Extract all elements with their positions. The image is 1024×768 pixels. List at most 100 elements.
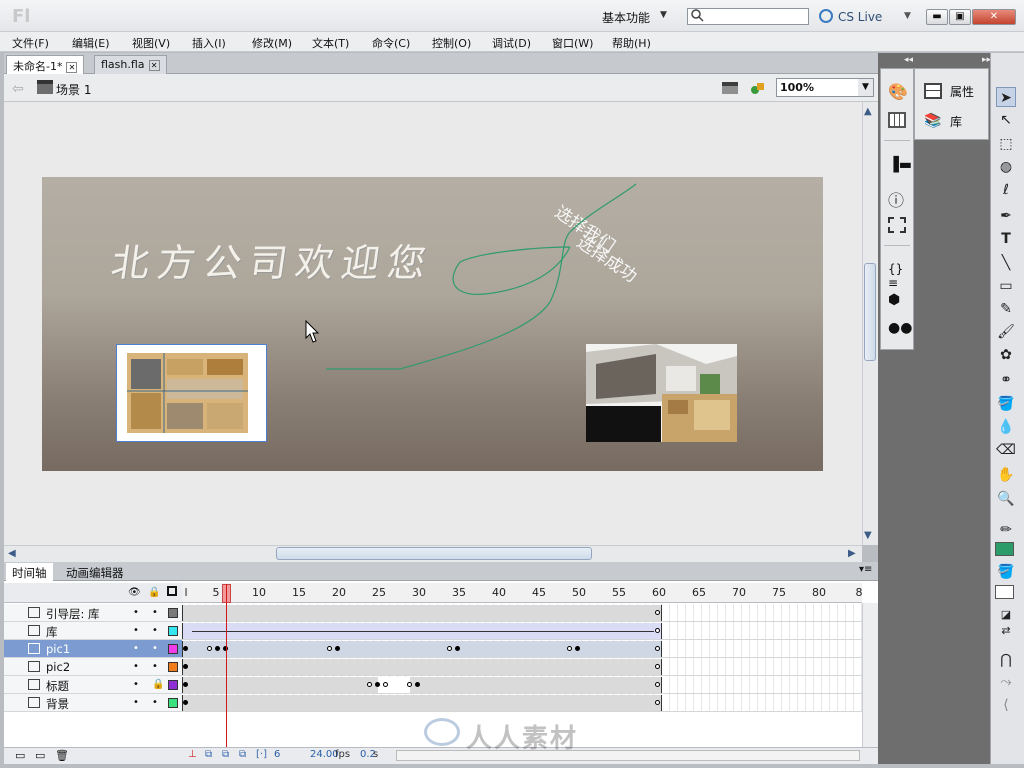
frame-ruler[interactable] <box>182 583 862 603</box>
frame-row[interactable] <box>182 694 862 712</box>
properties-icon[interactable] <box>924 83 942 99</box>
layer-row[interactable]: pic2 • • <box>4 658 182 676</box>
panel-menu-icon[interactable]: ▾≡ <box>859 564 872 575</box>
outline-icon[interactable] <box>167 586 177 596</box>
back-arrow-icon[interactable]: ⇦ <box>12 81 24 97</box>
subselection-tool[interactable]: ↖ <box>996 110 1016 130</box>
menu-view[interactable]: 视图(V) <box>132 35 170 51</box>
playhead[interactable] <box>226 584 227 748</box>
brush-tool[interactable]: 🖌 <box>996 322 1016 342</box>
eraser-tool[interactable]: ⌫ <box>996 440 1016 460</box>
layer-row[interactable]: 背景 • • <box>4 694 182 712</box>
layer-name[interactable]: 标题 <box>46 678 69 694</box>
color-icon[interactable]: 🎨 <box>888 82 908 101</box>
frame-row[interactable] <box>182 676 862 694</box>
keyframe[interactable] <box>415 682 420 687</box>
cslive-icon[interactable] <box>819 9 833 23</box>
end-frame[interactable] <box>367 682 372 687</box>
components-icon[interactable]: ⬢ <box>888 292 906 308</box>
actions-code-icon[interactable]: {}≡ <box>888 262 906 290</box>
keyframe[interactable] <box>455 646 460 651</box>
scroll-up-icon[interactable]: ▲ <box>864 106 872 117</box>
end-frame[interactable] <box>207 646 212 651</box>
close-icon[interactable]: ✕ <box>148 59 160 71</box>
frame-span[interactable] <box>182 677 662 693</box>
snap-magnet-icon[interactable]: ⋂ <box>996 650 1016 670</box>
lock-toggle[interactable]: 🔒 <box>152 679 164 690</box>
close-icon[interactable]: ✕ <box>66 61 78 73</box>
help-search-input[interactable] <box>687 8 809 25</box>
lasso-tool[interactable]: ℓ <box>996 180 1016 200</box>
keyframe[interactable] <box>335 646 340 651</box>
smooth-icon[interactable]: ⤳ <box>996 672 1016 692</box>
layer-name[interactable]: pic2 <box>46 660 70 674</box>
lock-toggle[interactable]: • <box>152 661 158 672</box>
zoom-tool[interactable]: 🔍 <box>996 489 1016 509</box>
straighten-icon[interactable]: ⟨ <box>996 695 1016 715</box>
keyframe[interactable] <box>375 682 380 687</box>
pic2-interior-image[interactable] <box>586 344 737 442</box>
lock-icon[interactable]: 🔒 <box>148 587 160 598</box>
pen-tool[interactable]: ✒ <box>996 206 1016 226</box>
layer-outline-color[interactable] <box>168 644 178 654</box>
cslive-button[interactable]: CS Live <box>838 10 882 24</box>
stroke-color-icon[interactable]: ✏ <box>996 520 1016 540</box>
fill-color-swatch[interactable] <box>995 585 1014 599</box>
chevron-down-icon[interactable]: ▼ <box>858 79 873 96</box>
selection-tool[interactable]: ➤ <box>996 87 1016 107</box>
stroke-color-swatch[interactable] <box>995 542 1014 556</box>
frame-row[interactable] <box>182 640 862 658</box>
tab-flash-fla[interactable]: flash.fla ✕ <box>94 55 167 74</box>
center-frame-icon[interactable]: ⊥ <box>188 749 197 760</box>
keyframe[interactable] <box>183 664 188 669</box>
end-frame[interactable] <box>567 646 572 651</box>
frame-span[interactable] <box>182 605 662 621</box>
hand-tool[interactable]: ✋ <box>996 465 1016 485</box>
frame-row[interactable] <box>182 604 862 622</box>
onion-outline-icon[interactable]: ⧉ <box>222 749 229 760</box>
end-frame[interactable] <box>655 664 660 669</box>
library-icon[interactable]: 📚 <box>924 113 942 129</box>
edit-symbols-icon[interactable] <box>750 80 766 96</box>
tab-timeline[interactable]: 时间轴 <box>6 563 53 581</box>
end-frame[interactable] <box>407 682 412 687</box>
layer-name[interactable]: 背景 <box>46 696 69 712</box>
keyframe[interactable] <box>183 700 188 705</box>
layer-outline-color[interactable] <box>168 626 178 636</box>
timeline-vertical-scrollbar[interactable] <box>862 603 878 747</box>
collapse-left-icon[interactable]: ◂◂ <box>904 55 913 65</box>
layer-outline-color[interactable] <box>168 662 178 672</box>
chevron-down-icon[interactable]: ▼ <box>904 11 911 21</box>
visibility-toggle[interactable]: • <box>133 679 139 690</box>
end-frame[interactable] <box>655 700 660 705</box>
end-frame[interactable] <box>655 646 660 651</box>
bone-tool[interactable]: ⚭ <box>996 370 1016 390</box>
end-frame[interactable] <box>327 646 332 651</box>
new-layer-icon[interactable]: ▭ <box>15 749 25 762</box>
frame-span[interactable] <box>182 695 662 711</box>
deco-tool[interactable]: ✿ <box>996 345 1016 365</box>
workspace-switcher[interactable]: 基本功能 <box>602 9 650 26</box>
minimize-button[interactable]: ▬ <box>926 9 948 25</box>
menu-commands[interactable]: 命令(C) <box>372 35 410 51</box>
frame-span[interactable] <box>182 659 662 675</box>
text-tool[interactable]: T <box>996 229 1016 249</box>
visibility-toggle[interactable]: • <box>133 607 139 618</box>
info-icon[interactable]: ⓘ <box>888 187 906 210</box>
motion-presets-icon[interactable]: ●● <box>888 320 912 336</box>
swap-colors-icon[interactable]: ⇄ <box>996 621 1016 641</box>
horizontal-scroll-thumb[interactable] <box>276 547 592 560</box>
layer-name[interactable]: 引导层: 库 <box>46 606 100 622</box>
pic1-floorplan-image[interactable] <box>116 344 267 442</box>
transform-icon[interactable] <box>888 217 906 233</box>
line-tool[interactable]: ╲ <box>996 253 1016 273</box>
delete-layer-icon[interactable]: 🗑 <box>55 749 69 762</box>
breadcrumb-scene[interactable]: 场景 1 <box>56 81 91 98</box>
layer-row[interactable]: 引导层: 库 • • <box>4 604 182 622</box>
scroll-right-icon[interactable]: ▶ <box>848 548 856 559</box>
layer-name[interactable]: pic1 <box>46 642 70 656</box>
new-folder-icon[interactable]: ▭ <box>35 749 45 762</box>
3d-rotation-tool[interactable]: ◍ <box>996 157 1016 177</box>
end-frame[interactable] <box>447 646 452 651</box>
layer-row[interactable]: 库 • • <box>4 622 182 640</box>
